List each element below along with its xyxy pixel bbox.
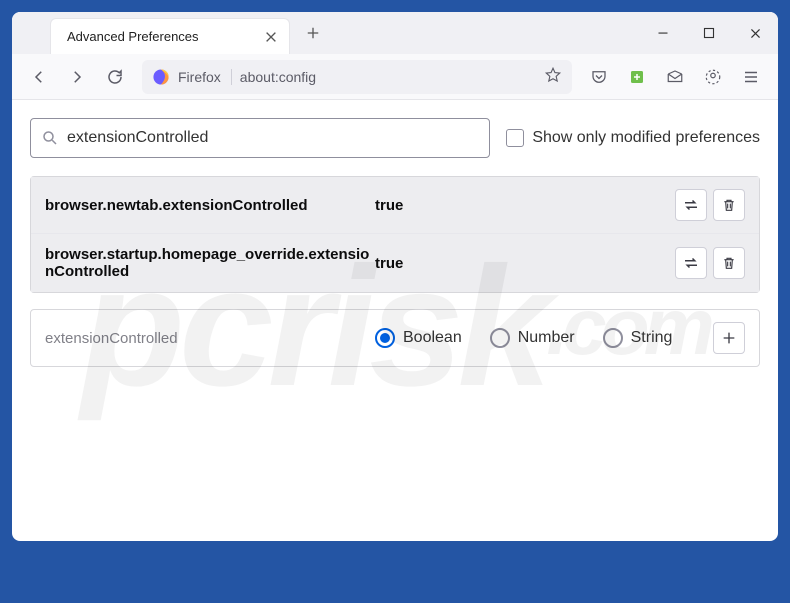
new-preference-row: extensionControlled Boolean Number Strin… (30, 309, 760, 367)
radio-number[interactable]: Number (490, 328, 575, 348)
nav-toolbar: Firefox about:config (12, 54, 778, 100)
new-tab-button[interactable] (298, 18, 328, 48)
radio-label: Boolean (403, 329, 462, 347)
preference-list: browser.newtab.extensionControlled true … (30, 176, 760, 293)
search-icon (41, 129, 59, 147)
new-pref-name: extensionControlled (45, 330, 375, 347)
page-content: Show only modified preferences browser.n… (12, 100, 778, 541)
titlebar: Advanced Preferences (12, 12, 778, 54)
firefox-logo-icon (152, 68, 170, 86)
swap-icon (682, 196, 700, 214)
pref-name: browser.newtab.extensionControlled (45, 197, 375, 214)
pref-value: true (375, 197, 675, 214)
trash-icon (721, 255, 737, 271)
forward-button[interactable] (60, 60, 94, 94)
inbox-icon[interactable] (658, 60, 692, 94)
radio-circle (603, 328, 623, 348)
url-text: about:config (240, 69, 536, 85)
close-window-button[interactable] (732, 12, 778, 54)
radio-label: String (631, 329, 673, 347)
radio-boolean[interactable]: Boolean (375, 328, 462, 348)
reload-button[interactable] (98, 60, 132, 94)
delete-button[interactable] (713, 247, 745, 279)
type-radio-group: Boolean Number String (375, 328, 713, 348)
menu-button[interactable] (734, 60, 768, 94)
radio-circle (375, 328, 395, 348)
preference-row[interactable]: browser.newtab.extensionControlled true (31, 177, 759, 234)
checkbox-box (506, 129, 524, 147)
pref-search-box[interactable] (30, 118, 490, 158)
account-icon[interactable] (696, 60, 730, 94)
minimize-button[interactable] (640, 12, 686, 54)
window-controls (640, 12, 778, 54)
radio-string[interactable]: String (603, 328, 673, 348)
add-button[interactable] (713, 322, 745, 354)
show-modified-checkbox[interactable]: Show only modified preferences (506, 129, 760, 147)
maximize-button[interactable] (686, 12, 732, 54)
pocket-icon[interactable] (582, 60, 616, 94)
toggle-button[interactable] (675, 189, 707, 221)
trash-icon (721, 197, 737, 213)
extension-icon[interactable] (620, 60, 654, 94)
delete-button[interactable] (713, 189, 745, 221)
radio-label: Number (518, 329, 575, 347)
search-input[interactable] (67, 129, 479, 147)
close-tab-icon[interactable] (263, 29, 279, 45)
identity-label: Firefox (178, 69, 232, 85)
tab-title: Advanced Preferences (67, 29, 263, 44)
swap-icon (682, 254, 700, 272)
bookmark-star-icon[interactable] (544, 66, 562, 87)
back-button[interactable] (22, 60, 56, 94)
radio-circle (490, 328, 510, 348)
address-bar[interactable]: Firefox about:config (142, 60, 572, 94)
plus-icon (721, 330, 737, 346)
checkbox-label: Show only modified preferences (532, 129, 760, 147)
pref-value: true (375, 255, 675, 272)
preference-row[interactable]: browser.startup.homepage_override.extens… (31, 234, 759, 292)
pref-name: browser.startup.homepage_override.extens… (45, 246, 375, 280)
toggle-button[interactable] (675, 247, 707, 279)
browser-tab[interactable]: Advanced Preferences (50, 18, 290, 54)
